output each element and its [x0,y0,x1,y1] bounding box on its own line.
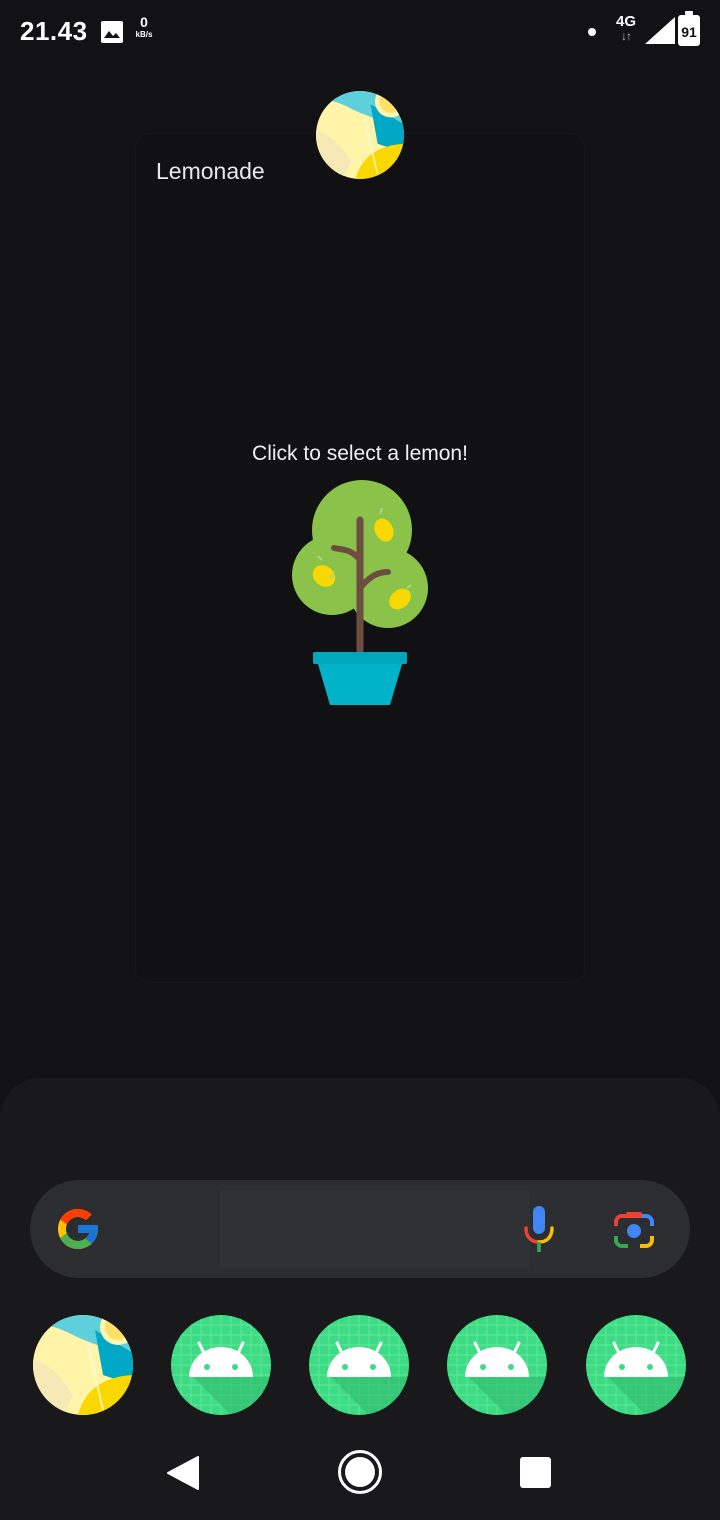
lemon-tree-image[interactable] [290,480,430,708]
network-speed: 0 kB/s [131,14,157,40]
battery-level: 91 [681,24,697,40]
android-app-icon[interactable] [586,1315,686,1415]
recents-button[interactable] [520,1457,551,1488]
microphone-icon[interactable] [522,1206,556,1252]
search-input-area[interactable] [220,1190,530,1268]
dot-icon [588,28,596,36]
google-search-bar[interactable] [30,1180,690,1278]
android-app-icon[interactable] [447,1315,547,1415]
gallery-notification-icon [101,21,123,43]
network-speed-unit: kB/s [135,30,153,39]
lemonade-widget-icon[interactable] [316,91,404,179]
android-app-icon[interactable] [171,1315,271,1415]
widget-title: Lemonade [156,158,265,184]
android-app-icon[interactable] [309,1315,409,1415]
status-bar: 21.43 0 kB/s 4G ↓↑ 91 [0,0,720,64]
prompt-text: Click to select a lemon! [252,442,468,465]
google-g-icon[interactable] [54,1205,102,1253]
data-arrows-icon: ↓↑ [621,29,632,43]
back-button[interactable] [166,1455,200,1491]
network-speed-value: 0 [140,14,148,30]
status-time: 21.43 [20,16,88,46]
network-type: 4G ↓↑ [611,13,641,43]
network-type-label: 4G [615,13,636,30]
home-button[interactable] [337,1449,383,1495]
lemonade-app-icon[interactable] [33,1315,133,1415]
signal-icon [645,17,675,44]
battery-icon: 91 [678,11,700,46]
google-lens-icon[interactable] [612,1210,656,1250]
